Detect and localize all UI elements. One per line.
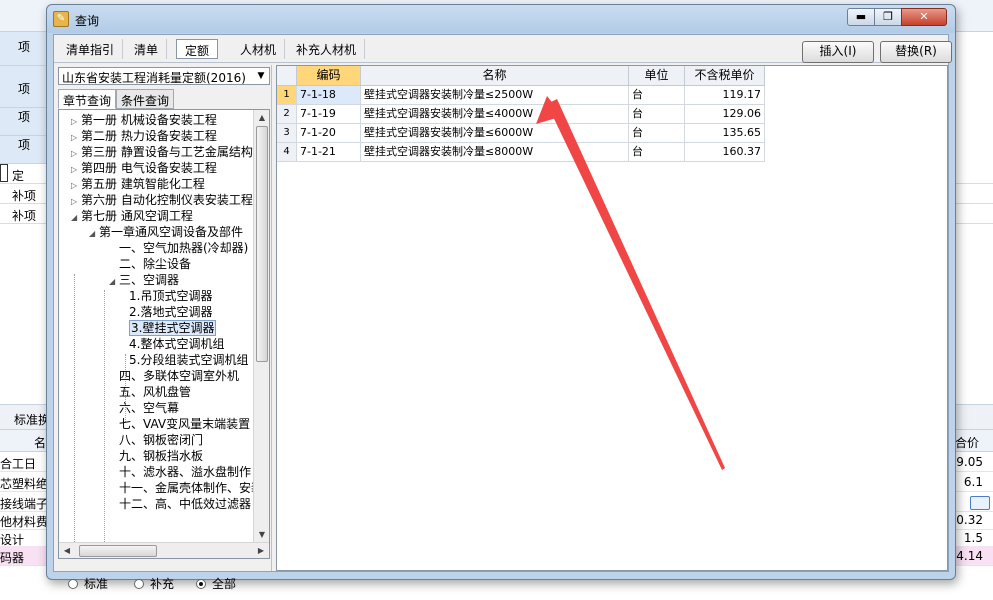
table-corner	[277, 66, 297, 86]
tree-node[interactable]: ▷ 第一册 机械设备安装工程	[71, 112, 217, 128]
bg-item-label: 项	[0, 136, 48, 164]
column-header-name[interactable]: 名称	[361, 66, 629, 86]
tree-node[interactable]: 九、钢板挡水板	[119, 448, 203, 464]
maximize-button[interactable]: ❐	[874, 8, 902, 26]
tree-node[interactable]: ▷ 第四册 电气设备安装工程	[71, 160, 217, 176]
scroll-down-icon[interactable]: ▼	[254, 527, 269, 543]
tree-node[interactable]: 一、空气加热器(冷却器)	[109, 240, 248, 256]
radio-supplement[interactable]: 补充	[134, 575, 174, 592]
tree-node-selected[interactable]: 3.壁挂式空调器	[129, 320, 217, 336]
bg-item-label: 项	[0, 80, 48, 108]
tree-node[interactable]: 十二、高、中低效过滤器	[119, 496, 251, 512]
scroll-thumb[interactable]	[79, 545, 157, 557]
tree-node[interactable]: ▷ 第三册 静置设备与工艺金属结构	[71, 144, 253, 160]
quota-table: 编码 名称 单位 不含税单价 1 7-1-18 壁挂式空调器安装制冷量≤2500…	[276, 65, 948, 571]
tree-node[interactable]: 4.整体式空调机组	[129, 336, 224, 352]
chapter-panel: 山东省安装工程消耗量定额(2016) ▼ 章节查询 条件查询 ▷ 第一册 机械设备…	[54, 65, 272, 591]
quota-set-value: 山东省安装工程消耗量定额(2016)	[62, 71, 246, 85]
bg-cell-cursor	[0, 164, 8, 182]
tree-guide-line	[74, 274, 75, 558]
tree-node[interactable]: ▷ 第二册 热力设备安装工程	[71, 128, 217, 144]
close-button[interactable]: ✕	[901, 8, 947, 26]
tab-quota[interactable]: 定额	[176, 39, 219, 59]
tree-node[interactable]: 七、VAV变风量末端装置	[119, 416, 250, 432]
dialog-titlebar[interactable]: ✎ 查询 ▬ ❐ ✕	[47, 5, 955, 33]
tree-node[interactable]: ◢ 第一章通风空调设备及部件	[89, 224, 243, 240]
tree-node[interactable]: ▷ 第五册 建筑智能化工程	[71, 176, 205, 192]
tree-node[interactable]: 五、风机盘管	[119, 384, 191, 400]
tree-guide-line	[104, 290, 105, 558]
tree-node[interactable]: 四、多联体空调室外机	[119, 368, 239, 384]
chapter-tree: ▷ 第一册 机械设备安装工程 ▷ 第二册 热力设备安装工程 ▷ 第三册 静置设备与工艺…	[58, 109, 270, 559]
tree-node[interactable]: 2.落地式空调器	[129, 304, 212, 320]
tab-labor-material-machine[interactable]: 人材机	[232, 39, 286, 59]
scroll-up-icon[interactable]: ▲	[254, 110, 269, 126]
tree-node[interactable]: ▷ 第六册 自动化控制仪表安装工程	[71, 192, 253, 208]
tree-node[interactable]: 二、除尘设备	[109, 256, 191, 272]
tree-horizontal-scrollbar[interactable]: ◀ ▶	[59, 542, 269, 558]
bg-item-label: 项	[0, 38, 48, 66]
tree-node[interactable]: 十一、金属壳体制作、安装	[119, 480, 263, 496]
radio-standard[interactable]: 标准	[68, 575, 108, 592]
dialog-client: 清单指引 清单 定额 人材机 补充人材机 插入(I) 替换(R) 山东省安装工程…	[53, 34, 952, 591]
tree-node[interactable]: 八、钢板密闭门	[119, 432, 203, 448]
scroll-thumb[interactable]	[256, 126, 268, 362]
tree-node[interactable]: 十、滤水器、溢水盘制作	[119, 464, 251, 480]
insert-button[interactable]: 插入(I)	[802, 41, 874, 63]
tree-node[interactable]: ◢ 第七册 通风空调工程	[71, 208, 193, 224]
tab-list[interactable]: 清单	[126, 39, 168, 59]
dialog-title: 查询	[75, 14, 100, 28]
tree-vertical-scrollbar[interactable]: ▲ ▼	[253, 110, 269, 543]
keyboard-icon[interactable]	[970, 496, 990, 510]
tree-node[interactable]: ◢ 三、空调器	[109, 272, 179, 288]
toolbar: 清单指引 清单 定额 人材机 补充人材机 插入(I) 替换(R)	[54, 35, 952, 63]
tab-list-guide[interactable]: 清单指引	[58, 39, 124, 59]
scroll-right-icon[interactable]: ▶	[253, 543, 269, 558]
tree-node[interactable]: 5.分段组装式空调机组	[129, 352, 248, 368]
tab-condition-query[interactable]: 条件查询	[116, 89, 175, 109]
bg-item-label: 项	[0, 108, 48, 136]
query-dialog: ✎ 查询 ▬ ❐ ✕ 清单指引 清单 定额 人材机 补充人材机 插入(I) 替换…	[46, 4, 956, 591]
tab-supplementary-lmm[interactable]: 补充人材机	[288, 39, 366, 59]
radio-all[interactable]: 全部	[196, 575, 236, 592]
bg-lower-tab[interactable]: 标准换	[14, 411, 50, 428]
minimize-button[interactable]: ▬	[847, 8, 875, 26]
bg-left-column: 项 项 项 项	[0, 32, 48, 164]
column-header-code[interactable]: 编码	[297, 66, 361, 86]
replace-button[interactable]: 替换(R)	[880, 41, 952, 63]
column-header-unit[interactable]: 单位	[629, 66, 685, 86]
quota-set-select[interactable]: 山东省安装工程消耗量定额(2016) ▼	[58, 67, 270, 85]
tab-chapter-query[interactable]: 章节查询	[58, 89, 117, 109]
chevron-down-icon[interactable]: ▼	[255, 69, 267, 83]
tree-node[interactable]: 六、空气幕	[119, 400, 179, 416]
app-icon: ✎	[53, 11, 69, 27]
tree-node[interactable]: 1.吊顶式空调器	[129, 288, 212, 304]
column-header-price[interactable]: 不含税单价	[685, 66, 765, 86]
scroll-left-icon[interactable]: ◀	[59, 543, 75, 558]
